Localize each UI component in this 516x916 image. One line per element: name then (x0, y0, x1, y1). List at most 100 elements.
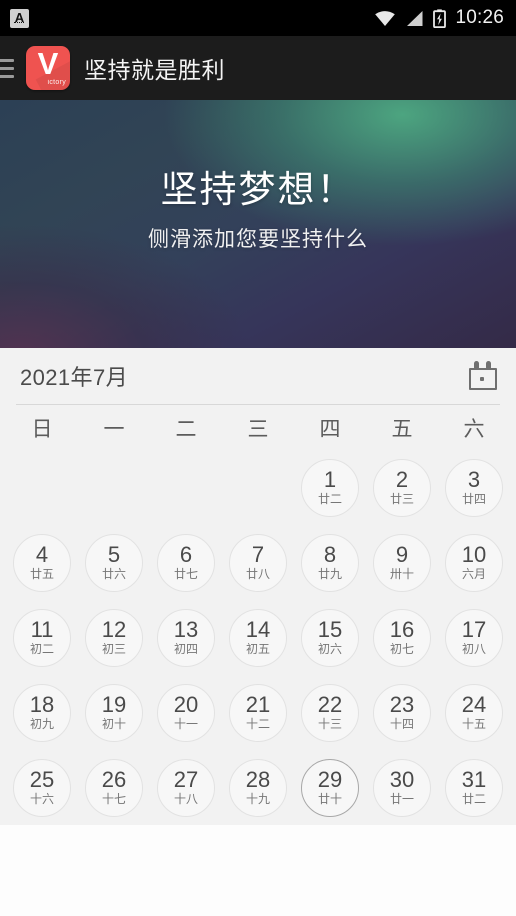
calendar-day-lunar: 初二 (29, 642, 54, 656)
calendar-day[interactable]: 10 六月 (445, 533, 503, 592)
weekday-label: 二 (175, 417, 197, 441)
calendar-day[interactable]: 31 廿二 (445, 758, 503, 817)
app-logo-letter: V (37, 46, 59, 81)
calendar-day[interactable]: 16 初七 (373, 608, 431, 667)
battery-charging-icon (433, 8, 447, 28)
calendar-day[interactable]: 30 廿一 (373, 758, 431, 817)
calendar-day-cell: 19 初十 (78, 683, 150, 742)
status-bar: A 10:26 (0, 0, 516, 36)
calendar-day-lunar: 十九 (245, 792, 270, 806)
calendar-day-number: 3 (467, 467, 481, 492)
calendar-day[interactable]: 12 初三 (85, 608, 143, 667)
app-logo-word: ictory (47, 79, 66, 86)
calendar-day[interactable]: 14 初五 (229, 608, 287, 667)
calendar-day-cell (222, 459, 294, 517)
calendar-day[interactable]: 27 十八 (157, 758, 215, 817)
calendar-day-cell (78, 459, 150, 517)
calendar-day[interactable]: 4 廿五 (13, 533, 71, 592)
calendar-day-cell: 9 卅十 (366, 533, 438, 592)
calendar-week-row: 25 十六 26 十七 27 十八 28 十九 29 廿十 30 廿一 31 廿二 (6, 750, 510, 825)
status-bar-left: A (10, 8, 29, 28)
hamburger-menu-icon[interactable] (0, 36, 20, 100)
status-bar-clock: 10:26 (455, 7, 504, 28)
calendar-day-number: 22 (317, 692, 343, 717)
calendar-day-lunar: 十七 (101, 792, 126, 806)
calendar-day-lunar: 十五 (461, 717, 486, 731)
calendar-day-number: 7 (251, 542, 265, 567)
calendar-day-lunar: 十六 (29, 792, 54, 806)
calendar-day-cell: 11 初二 (6, 608, 78, 667)
calendar-day-number: 30 (389, 767, 415, 792)
calendar-day-cell: 7 廿八 (222, 533, 294, 592)
calendar-day[interactable]: 8 廿九 (301, 533, 359, 592)
weekday-label: 五 (391, 417, 413, 441)
calendar-day[interactable]: 1 廿二 (301, 458, 359, 517)
calendar-day-lunar: 卅十 (389, 567, 414, 581)
calendar-day-cell: 29 廿十 (294, 758, 366, 817)
calendar-day[interactable]: 3 廿四 (445, 458, 503, 517)
status-bar-right: 10:26 (374, 7, 504, 29)
calendar-day-number: 4 (35, 542, 49, 567)
calendar-day-lunar: 廿九 (317, 567, 342, 581)
calendar-day-number: 20 (173, 692, 199, 717)
calendar-day-lunar: 廿十 (317, 792, 342, 806)
calendar-day-number: 8 (323, 542, 337, 567)
calendar-day-lunar: 廿二 (461, 792, 486, 806)
calendar-day[interactable]: 26 十七 (85, 758, 143, 817)
calendar-day[interactable]: 2 廿三 (373, 458, 431, 517)
calendar-day-number: 27 (173, 767, 199, 792)
calendar-day[interactable]: 15 初六 (301, 608, 359, 667)
calendar-day-cell (6, 459, 78, 517)
calendar-day-number: 21 (245, 692, 271, 717)
calendar-day[interactable]: 25 十六 (13, 758, 71, 817)
calendar-day-number: 25 (29, 767, 55, 792)
weekday-label: 六 (463, 417, 485, 441)
calendar-day-lunar: 初四 (173, 642, 198, 656)
calendar-day[interactable]: 11 初二 (13, 608, 71, 667)
calendar-day[interactable]: 13 初四 (157, 608, 215, 667)
calendar-day-cell: 14 初五 (222, 608, 294, 667)
calendar-day-number: 31 (461, 767, 487, 792)
weekday-label: 日 (31, 417, 53, 441)
calendar-day-cell: 18 初九 (6, 683, 78, 742)
calendar-day[interactable]: 17 初八 (445, 608, 503, 667)
calendar-day[interactable]: 24 十五 (445, 683, 503, 742)
calendar-day-cell (150, 459, 222, 517)
calendar-day-cell: 6 廿七 (150, 533, 222, 592)
calendar-day-number: 12 (101, 617, 127, 642)
calendar-day[interactable]: 21 十二 (229, 683, 287, 742)
calendar-day-cell: 28 十九 (222, 758, 294, 817)
calendar-day[interactable]: 19 初十 (85, 683, 143, 742)
calendar-day-cell: 17 初八 (438, 608, 510, 667)
calendar-day[interactable]: 18 初九 (13, 683, 71, 742)
calendar-weekday-header: 日 一 二 三 四 五 六 (0, 405, 516, 450)
calendar-day-number: 2 (395, 467, 409, 492)
calendar-day-number: 17 (461, 617, 487, 642)
calendar-day[interactable]: 23 十四 (373, 683, 431, 742)
calendar-day-cell: 15 初六 (294, 608, 366, 667)
calendar-day[interactable]: 7 廿八 (229, 533, 287, 592)
calendar-day-cell: 2 廿三 (366, 458, 438, 517)
calendar-icon[interactable] (468, 361, 498, 391)
calendar-day[interactable]: 5 廿六 (85, 533, 143, 592)
calendar-day-cell: 1 廿二 (294, 458, 366, 517)
app-root: A 10:26 V ictory 坚持就是胜利 坚持梦想！ 侧滑添加您要坚持什么… (0, 0, 516, 916)
calendar-day-empty (85, 459, 143, 517)
calendar-day-number: 16 (389, 617, 415, 642)
ime-a-icon: A (10, 8, 29, 28)
calendar-week-row: 11 初二 12 初三 13 初四 14 初五 15 初六 16 初七 17 初八 (6, 600, 510, 675)
calendar-bottom-area (0, 825, 516, 916)
calendar-day-number: 10 (461, 542, 487, 567)
calendar-day[interactable]: 22 十三 (301, 683, 359, 742)
calendar-day-empty (157, 459, 215, 517)
calendar-day[interactable]: 28 十九 (229, 758, 287, 817)
calendar-day-today[interactable]: 29 廿十 (301, 758, 359, 817)
calendar-day-cell: 27 十八 (150, 758, 222, 817)
calendar-day-lunar: 廿三 (389, 492, 414, 506)
calendar-day[interactable]: 6 廿七 (157, 533, 215, 592)
weekday-label: 一 (103, 417, 125, 441)
calendar-day[interactable]: 9 卅十 (373, 533, 431, 592)
calendar-day-lunar: 十四 (389, 717, 414, 731)
calendar-day-number: 15 (317, 617, 343, 642)
calendar-day[interactable]: 20 十一 (157, 683, 215, 742)
